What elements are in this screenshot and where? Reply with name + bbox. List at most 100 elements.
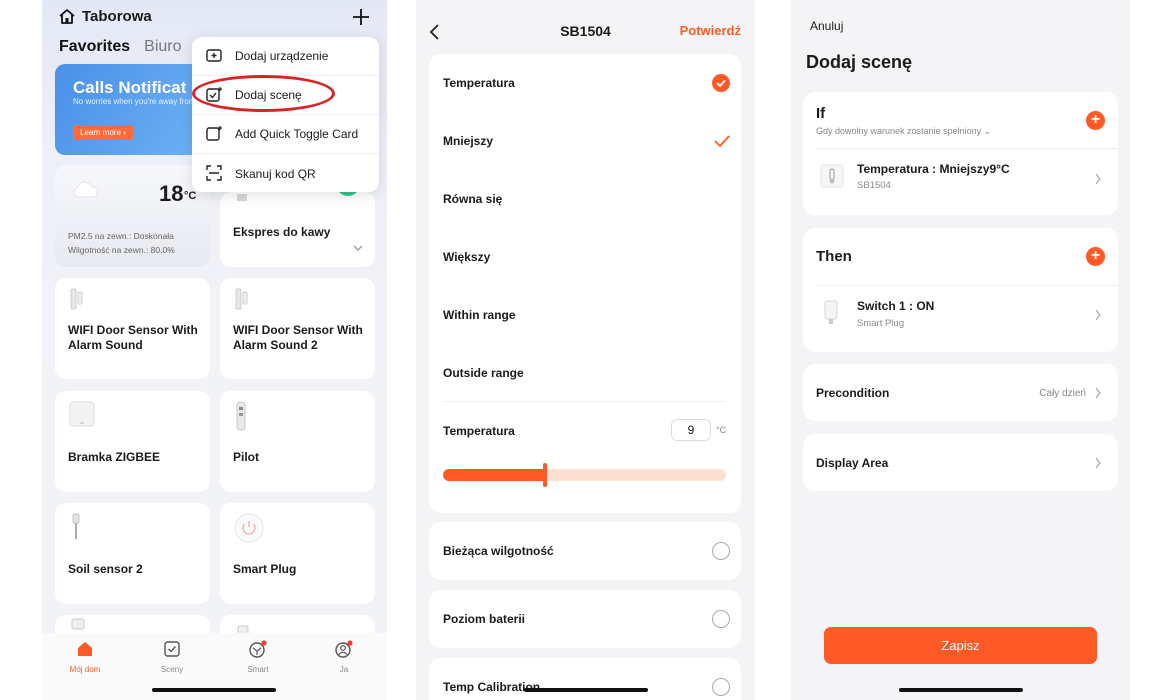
device-card-smart-plug[interactable]: Smart Plug [220, 503, 375, 604]
room-tabs: Favorites Biuro [59, 38, 182, 56]
radio-unselected[interactable] [712, 678, 730, 696]
slider-fill [443, 469, 545, 481]
device-card-door-sensor[interactable]: WIFI Door Sensor With Alarm Sound [55, 278, 210, 379]
option-greater[interactable]: Większy [443, 250, 490, 264]
temperature-condition-card: Temperatura Mniejszy Równa się Większy W… [429, 54, 741, 513]
weather-card[interactable]: 18 °C PM2.5 na zewn.: Doskonała Wilgotno… [55, 165, 210, 267]
if-condition-text: Gdy dowolny warunek zostanie spełniony [816, 126, 982, 136]
tab-favorites[interactable]: Favorites [59, 38, 130, 56]
tab-label: Sceny [160, 665, 184, 674]
temperature-slider[interactable] [443, 469, 726, 481]
temperature-value-label: Temperatura [443, 424, 515, 438]
nav-header: SB1504 Potwierdź [416, 0, 755, 55]
home-header[interactable]: Taborowa [58, 8, 152, 25]
tab-label: Smart [247, 665, 269, 674]
tab-smart[interactable]: Smart [233, 640, 283, 674]
smart-icon [249, 640, 267, 658]
chevron-right-icon [1095, 387, 1101, 399]
then-card: Then + Switch 1 : ON Smart Plug [803, 228, 1118, 352]
tab-my-home[interactable]: Mój dom [60, 640, 110, 674]
option-equal[interactable]: Równa się [443, 192, 502, 206]
then-title: Then [816, 248, 852, 265]
condition-title: Temperatura : Mniejszy9°C [857, 162, 1010, 176]
checkmark-icon [714, 135, 730, 148]
battery-card[interactable]: Poziom baterii [429, 590, 741, 648]
scan-qr-icon [206, 165, 222, 181]
humidity-card[interactable]: Bieżąca wilgotność [429, 522, 741, 580]
temperature-value-input[interactable]: 9 [671, 419, 711, 441]
tab-scenes[interactable]: Sceny [147, 640, 197, 674]
slider-thumb[interactable] [543, 463, 547, 487]
menu-label: Dodaj urządzenie [235, 49, 329, 63]
device-card-coffee[interactable]: Ekspres do kawy [220, 184, 375, 267]
chevron-down-icon[interactable] [353, 245, 363, 252]
home-title: Taborowa [82, 8, 152, 25]
if-condition-mode[interactable]: Gdy dowolny warunek zostanie spełniony ⌄ [816, 126, 991, 137]
device-name: Bramka ZIGBEE [68, 450, 161, 464]
device-name: Smart Plug [233, 562, 297, 576]
thermometer-icon [820, 164, 844, 188]
tab-me[interactable]: Ja [319, 640, 369, 674]
option-less[interactable]: Mniejszy [443, 134, 493, 148]
scene-check-icon [164, 641, 180, 657]
if-title: If [816, 105, 826, 122]
option-outside-range[interactable]: Outside range [443, 366, 524, 380]
precondition-value: Cały dzień [1039, 388, 1086, 399]
selected-check-icon[interactable] [712, 74, 730, 92]
confirm-button[interactable]: Potwierdź [680, 23, 741, 38]
action-row[interactable]: Switch 1 : ON Smart Plug [803, 286, 1118, 346]
device-icon [71, 618, 85, 630]
precondition-row[interactable]: Precondition Cały dzień [803, 364, 1118, 421]
door-sensor-icon [70, 288, 83, 310]
device-name: WIFI Door Sensor With Alarm Sound [68, 323, 198, 352]
add-plus-icon[interactable] [350, 6, 372, 28]
radio-unselected[interactable] [712, 542, 730, 560]
condition-row[interactable]: Temperatura : Mniejszy9°C SB1504 [803, 149, 1118, 209]
humidity-text: Wilgotność na zewn.: 80.0% [68, 245, 175, 255]
display-area-row[interactable]: Display Area [803, 434, 1118, 491]
home-fill-icon [78, 642, 92, 656]
home-icon [59, 9, 75, 24]
coffee-maker-icon [237, 194, 247, 201]
divider [443, 401, 726, 402]
menu-item-scan-qr[interactable]: Skanuj kod QR [192, 154, 379, 193]
home-indicator [524, 688, 648, 692]
quick-toggle-icon [206, 126, 222, 141]
power-icon[interactable] [234, 513, 264, 543]
condition-device: SB1504 [857, 180, 891, 191]
device-card-pilot[interactable]: Pilot [220, 391, 375, 492]
profile-icon [335, 640, 353, 658]
save-button[interactable]: Zapisz [824, 627, 1097, 664]
add-action-button[interactable]: + [1086, 247, 1105, 266]
device-card-soil-sensor[interactable]: Soil sensor 2 [55, 503, 210, 604]
device-card-door-sensor-2[interactable]: WIFI Door Sensor With Alarm Sound 2 [220, 278, 375, 379]
display-area-label: Display Area [816, 456, 889, 470]
remote-icon [236, 401, 246, 431]
menu-item-quick-toggle[interactable]: Add Quick Toggle Card [192, 115, 379, 154]
device-name: Soil sensor 2 [68, 562, 143, 576]
option-battery: Poziom baterii [443, 612, 526, 626]
door-sensor-icon [235, 288, 248, 310]
home-indicator [152, 688, 276, 692]
add-scene-screen: Anuluj Dodaj scenę If Gdy dowolny warune… [791, 0, 1130, 700]
option-within-range[interactable]: Within range [443, 308, 516, 322]
device-name: Ekspres do kawy [233, 225, 331, 239]
tab-biuro[interactable]: Biuro [144, 38, 181, 56]
calibration-card[interactable]: Temp Calibration [429, 658, 741, 700]
device-name: Pilot [233, 450, 259, 464]
add-menu: Dodaj urządzenie Dodaj scenę Add Quick T… [192, 37, 379, 192]
radio-unselected[interactable] [712, 610, 730, 628]
promo-banner[interactable]: Calls Notificat No worries when you're a… [55, 64, 215, 155]
smart-plug-icon [824, 300, 838, 324]
chevron-right-icon [1095, 457, 1101, 469]
cancel-button[interactable]: Anuluj [810, 19, 843, 33]
add-condition-button[interactable]: + [1086, 111, 1105, 130]
action-title: Switch 1 : ON [857, 299, 935, 313]
device-card-zigbee[interactable]: Bramka ZIGBEE [55, 391, 210, 492]
menu-item-add-device[interactable]: Dodaj urządzenie [192, 37, 379, 76]
learn-more-button[interactable]: Learn more › [73, 125, 133, 140]
tab-label: Ja [339, 665, 349, 674]
menu-label: Skanuj kod QR [235, 166, 316, 181]
condition-screen: SB1504 Potwierdź Temperatura Mniejszy Ró… [416, 0, 755, 700]
option-temperature[interactable]: Temperatura [443, 76, 515, 90]
